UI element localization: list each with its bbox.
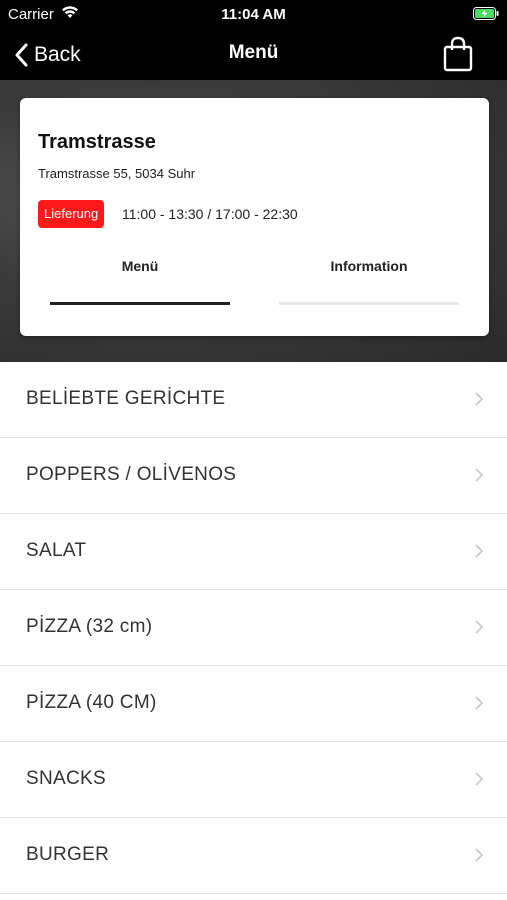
- tab-information[interactable]: Information: [279, 258, 459, 274]
- category-label: POPPERS / OLİVENOS: [26, 464, 237, 485]
- category-row[interactable]: BELİEBTE GERİCHTE: [0, 362, 507, 438]
- category-label: BURGER: [26, 844, 110, 865]
- chevron-right-icon: [475, 772, 483, 786]
- chevron-right-icon: [475, 468, 483, 482]
- battery-charging-icon: [473, 7, 499, 20]
- restaurant-address: Tramstrasse 55, 5034 Suhr: [38, 166, 196, 181]
- category-label: SALAT: [26, 540, 87, 561]
- shopping-bag-icon[interactable]: [443, 36, 473, 77]
- restaurant-card: Tramstrasse Tramstrasse 55, 5034 Suhr Li…: [20, 98, 489, 336]
- restaurant-name: Tramstrasse: [38, 131, 156, 153]
- delivery-badge: Lieferung: [38, 200, 105, 228]
- restaurant-header: Tramstrasse Tramstrasse 55, 5034 Suhr Li…: [0, 80, 507, 362]
- category-row[interactable]: SNACKS: [0, 742, 507, 818]
- category-label: PİZZA (40 CM): [26, 692, 157, 713]
- category-row[interactable]: PİZZA (40 CM): [0, 666, 507, 742]
- category-list: BELİEBTE GERİCHTE POPPERS / OLİVENOS SAL…: [0, 362, 507, 894]
- category-row[interactable]: POPPERS / OLİVENOS: [0, 438, 507, 514]
- category-row[interactable]: SALAT: [0, 514, 507, 590]
- tab-information-indicator: [279, 302, 459, 305]
- status-bar: Carrier 11:04 AM: [0, 0, 507, 30]
- chevron-right-icon: [475, 544, 483, 558]
- status-time: 11:04 AM: [221, 6, 286, 23]
- tab-menu[interactable]: Menü: [50, 258, 230, 274]
- category-row[interactable]: PİZZA (32 cm): [0, 590, 507, 666]
- category-label: PİZZA (32 cm): [26, 616, 153, 637]
- category-label: BELİEBTE GERİCHTE: [26, 388, 226, 409]
- category-label: SNACKS: [26, 768, 106, 789]
- chevron-right-icon: [475, 848, 483, 862]
- navigation-bar: Back Menü: [0, 30, 507, 80]
- page-title: Menü: [228, 42, 279, 63]
- chevron-right-icon: [475, 620, 483, 634]
- chevron-right-icon: [475, 392, 483, 406]
- chevron-right-icon: [475, 696, 483, 710]
- tab-menu-indicator: [50, 302, 230, 305]
- opening-hours: 11:00 - 13:30 / 17:00 - 22:30: [122, 206, 298, 222]
- category-row[interactable]: BURGER: [0, 818, 507, 894]
